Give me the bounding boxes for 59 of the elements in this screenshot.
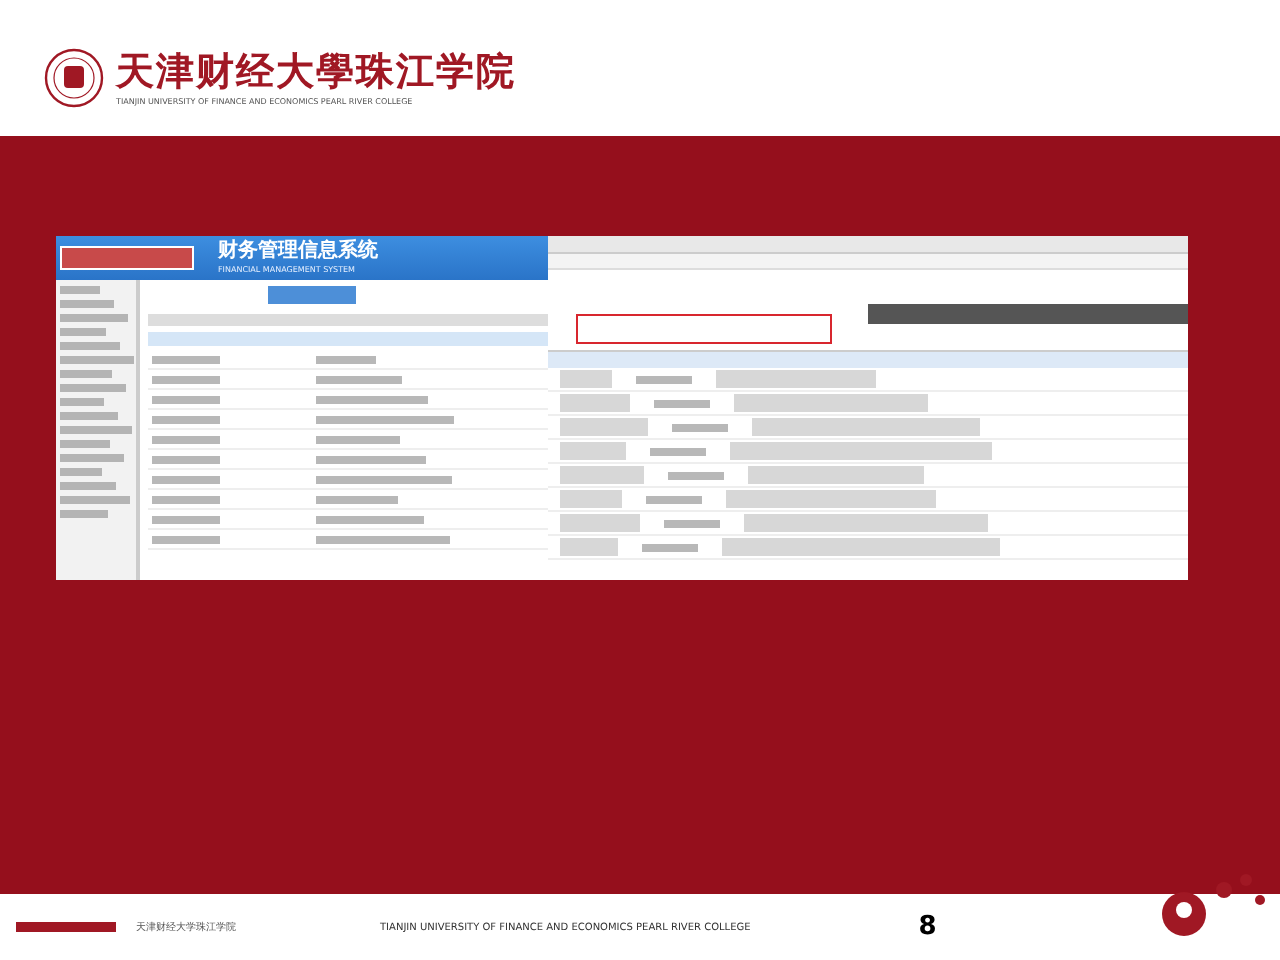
blurred-text bbox=[60, 440, 110, 448]
blurred-text bbox=[152, 455, 220, 463]
blurred-text bbox=[60, 356, 134, 364]
blurred-text bbox=[664, 519, 720, 527]
blurred-text bbox=[152, 515, 220, 523]
blurred-text bbox=[60, 496, 130, 504]
blurred-text bbox=[316, 535, 450, 543]
blurred-text bbox=[316, 435, 400, 443]
blurred-block bbox=[560, 490, 622, 508]
blurred-text bbox=[316, 495, 398, 503]
blurred-text bbox=[152, 435, 220, 443]
blurred-text bbox=[152, 355, 220, 363]
blurred-text bbox=[642, 543, 698, 551]
blurred-block bbox=[560, 418, 648, 436]
blurred-text bbox=[152, 415, 220, 423]
blurred-text bbox=[60, 342, 120, 350]
blurred-text bbox=[60, 300, 114, 308]
college-logo-text: 天津财经大學珠江学院 bbox=[116, 48, 516, 96]
blurred-block bbox=[560, 394, 630, 412]
seal-logo-icon bbox=[44, 48, 104, 108]
blurred-block bbox=[560, 370, 612, 388]
blurred-text bbox=[316, 415, 454, 423]
blurred-text bbox=[60, 314, 128, 322]
blurred-text bbox=[316, 515, 424, 523]
blurred-text bbox=[316, 455, 426, 463]
blurred-text bbox=[60, 454, 124, 462]
blurred-text bbox=[646, 495, 702, 503]
blurred-block bbox=[560, 442, 626, 460]
blurred-text bbox=[152, 495, 220, 503]
blurred-text bbox=[636, 375, 692, 383]
blurred-text bbox=[316, 395, 428, 403]
blurred-text bbox=[60, 482, 116, 490]
blurred-text bbox=[672, 423, 728, 431]
blurred-text bbox=[152, 395, 220, 403]
blurred-text bbox=[60, 412, 118, 420]
blurred-text bbox=[650, 447, 706, 455]
blurred-text bbox=[60, 510, 108, 518]
footer-bar bbox=[16, 922, 116, 932]
blurred-block bbox=[560, 538, 618, 556]
blurred-text bbox=[60, 398, 104, 406]
blurred-text bbox=[654, 399, 710, 407]
system-title: 财务管理信息系统 bbox=[218, 240, 378, 264]
blurred-block bbox=[560, 466, 644, 484]
blurred-text bbox=[60, 286, 100, 294]
blurred-text bbox=[152, 375, 220, 383]
blurred-text bbox=[60, 370, 112, 378]
page-number: 8 bbox=[918, 912, 937, 942]
mini-logo-drawing bbox=[60, 246, 194, 270]
blurred-text bbox=[60, 468, 102, 476]
blurred-text bbox=[60, 328, 106, 336]
blurred-text bbox=[152, 475, 220, 483]
blurred-text bbox=[316, 475, 452, 483]
blurred-text bbox=[60, 384, 126, 392]
blurred-text bbox=[668, 471, 724, 479]
blurred-text bbox=[60, 426, 132, 434]
blurred-text bbox=[316, 375, 402, 383]
blurred-block bbox=[560, 514, 640, 532]
blurred-text bbox=[152, 535, 220, 543]
blurred-text bbox=[316, 355, 376, 363]
